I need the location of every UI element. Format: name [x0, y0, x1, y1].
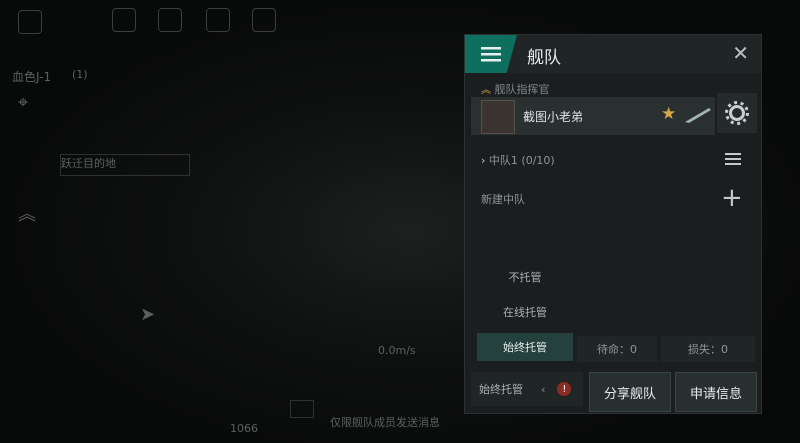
commander-label-text: 舰队指挥官: [494, 83, 550, 96]
warning-icon: !: [557, 382, 572, 396]
system-sub: (1): [72, 68, 88, 81]
mail-icon[interactable]: [290, 400, 314, 418]
plus-icon[interactable]: +: [721, 183, 743, 213]
apply-info-button[interactable]: 申请信息: [675, 372, 757, 412]
fleet-chat-hint: 仅限舰队成员发送消息: [330, 416, 440, 429]
rank-chevron-icon[interactable]: ︽: [18, 200, 36, 226]
chevron-up-icon: ︽: [481, 85, 491, 96]
panel-title: 舰队: [527, 48, 561, 68]
ship-icon: [685, 108, 711, 123]
hud-icon-4[interactable]: [252, 8, 276, 32]
speed-readout: 0.0m/s: [378, 344, 416, 357]
option-no-host[interactable]: 不托管: [477, 263, 573, 291]
navigate-arrow-icon[interactable]: ➤: [140, 304, 155, 325]
menu-button[interactable]: [465, 35, 517, 73]
option-always-host[interactable]: 始终托管: [477, 333, 573, 361]
star-icon: ★: [661, 104, 677, 124]
share-fleet-button[interactable]: 分享舰队: [589, 372, 671, 412]
squad-count: (0/10): [521, 154, 555, 167]
location-pin-icon[interactable]: ⌖: [18, 92, 28, 113]
commander-row[interactable]: 截图小老弟 ★: [471, 97, 715, 135]
squad-row[interactable]: › 中队1 (0/10): [481, 152, 555, 168]
menu-icon: [481, 47, 501, 62]
new-squad-button[interactable]: 新建中队: [481, 191, 525, 207]
warp-destination-input[interactable]: 跃迁目的地: [60, 154, 190, 176]
hud-icon-3[interactable]: [206, 8, 230, 32]
player-avatar-icon[interactable]: [18, 10, 42, 34]
gear-icon: [725, 101, 749, 125]
stat-waiting: 待命：0: [577, 336, 657, 362]
hud-icon-1[interactable]: [112, 8, 136, 32]
commander-label: ︽ 舰队指挥官: [481, 81, 550, 97]
chevron-right-icon: ›: [481, 154, 486, 167]
mail-count: 1066: [230, 422, 258, 435]
settings-button[interactable]: [717, 93, 757, 133]
squad-label: 中队1: [488, 154, 518, 167]
commander-name: 截图小老弟: [523, 110, 584, 124]
fleet-panel: 舰队 ✕ ︽ 舰队指挥官 截图小老弟 ★ › 中队1 (0/10) 新建中队 +…: [464, 34, 762, 414]
close-icon[interactable]: ✕: [732, 41, 749, 65]
host-mode-value: 始终托管: [479, 383, 523, 396]
hud-icon-2[interactable]: [158, 8, 182, 32]
system-label: 血色J-1: [12, 70, 52, 84]
stat-lost: 损失：0: [661, 336, 755, 362]
host-mode-select[interactable]: 始终托管 ‹ !: [471, 372, 583, 406]
commander-avatar: [481, 100, 515, 134]
chevron-left-icon: ‹: [541, 382, 546, 396]
fleet-panel-header: 舰队 ✕: [465, 35, 761, 73]
option-online-host[interactable]: 在线托管: [477, 298, 573, 326]
list-icon[interactable]: [723, 149, 743, 169]
